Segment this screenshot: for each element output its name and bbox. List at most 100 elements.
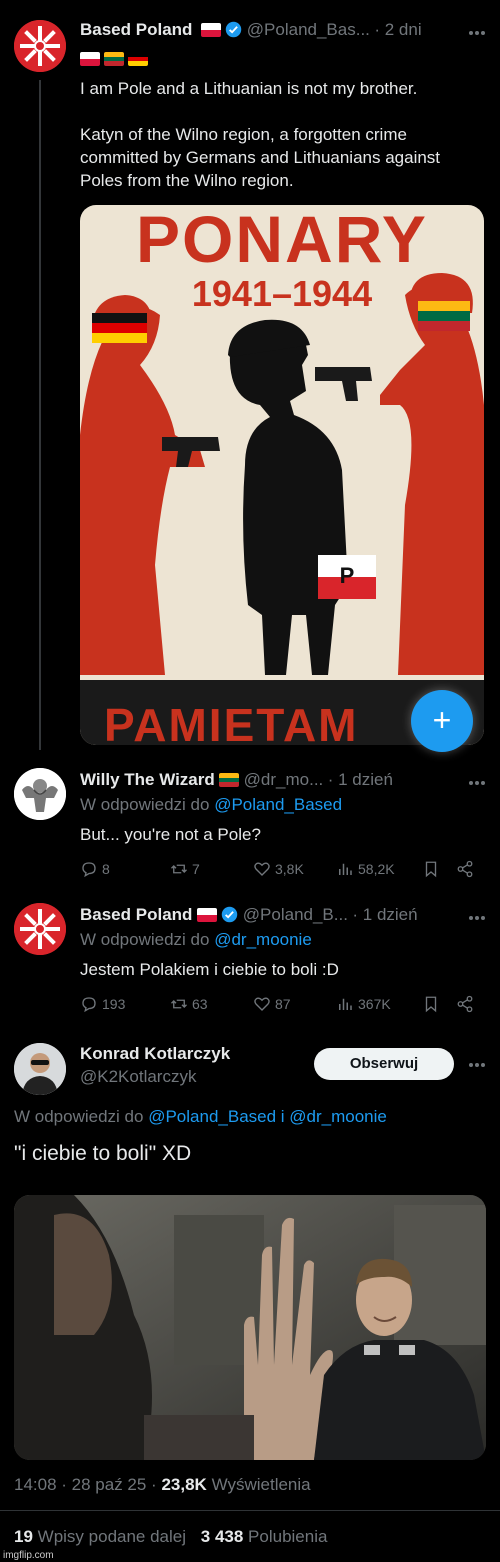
poland-flag-icon (200, 23, 221, 37)
like-icon (254, 862, 270, 876)
tweet-meta: 14:08 · 28 paź 25 · 23,8K Wyświetlenia (14, 1475, 311, 1495)
divider (0, 1510, 500, 1511)
reply-icon (82, 862, 96, 878)
author-name[interactable]: Konrad Kotlarczyk (80, 1044, 230, 1064)
lithuania-flag-icon (219, 773, 240, 787)
repost-count: 7 (192, 861, 200, 877)
reply-willy[interactable]: Willy The Wizard @dr_mo... · 1 dzień W o… (0, 760, 500, 895)
avatar[interactable] (14, 1043, 66, 1095)
tweet-time[interactable]: · 1 dzień (352, 905, 417, 924)
reply-count: 8 (102, 861, 110, 877)
verified-icon (226, 21, 242, 38)
reply-button[interactable]: 193 (80, 995, 125, 1013)
svg-text:P: P (340, 563, 355, 588)
poland-flag-icon (80, 52, 100, 66)
reposts-stat[interactable]: 19 Wpisy podane dalej (14, 1527, 191, 1546)
avatar[interactable] (14, 20, 66, 72)
more-icon[interactable] (468, 915, 486, 921)
falanga-emblem-icon (14, 20, 66, 72)
engagement-stats: 19 Wpisy podane dalej 3 438 Polubienia (14, 1527, 327, 1547)
reply-context: W odpowiedzi do @Poland_Based i @dr_moon… (14, 1107, 387, 1127)
reply-prefix: W odpowiedzi do (14, 1107, 144, 1126)
reply-count: 193 (102, 996, 126, 1012)
likes-count: 3 438 (200, 1527, 244, 1546)
reply-header: Willy The Wizard @dr_mo... · 1 dzień (80, 770, 393, 790)
movie-scene-illustration (14, 1195, 486, 1460)
repost-icon (171, 864, 187, 874)
views-count: 58,2K (358, 861, 395, 877)
views-button[interactable]: 367K (336, 995, 391, 1013)
more-icon[interactable] (468, 1062, 486, 1068)
bookmark-icon[interactable] (422, 995, 440, 1013)
falanga-emblem-icon (14, 903, 66, 955)
share-icon[interactable] (456, 995, 474, 1013)
reply-prefix: W odpowiedzi do (80, 795, 210, 814)
reply-icon (82, 997, 96, 1013)
like-icon (254, 997, 270, 1011)
avatar[interactable] (14, 903, 66, 955)
like-button[interactable]: 87 (253, 995, 291, 1013)
likes-label: Polubienia (248, 1527, 328, 1546)
likes-stat[interactable]: 3 438 Polubienia (201, 1527, 328, 1546)
plus-icon: + (432, 702, 452, 738)
flags-row (80, 52, 148, 66)
reply-text: Jestem Polakiem i ciebie to boli :D (80, 960, 339, 979)
reply-button[interactable]: 8 (80, 860, 110, 878)
like-button[interactable]: 3,8K (253, 860, 304, 878)
avatar[interactable] (14, 768, 66, 820)
tweet-image-movie-still[interactable] (14, 1195, 486, 1460)
reposts-count: 19 (14, 1527, 33, 1546)
repost-button[interactable]: 7 (170, 860, 200, 878)
tweet-text-body: Katyn of the Wilno region, a forgotten c… (80, 125, 441, 190)
author-name[interactable]: Based Poland (80, 905, 192, 924)
poster-illustration: P (80, 273, 484, 745)
compose-fab[interactable]: + (411, 690, 473, 752)
reposts-label: Wpisy podane dalej (37, 1527, 187, 1546)
reply-based-poland[interactable]: Based Poland @Poland_B... · 1 dzień W od… (0, 895, 500, 1030)
share-icon[interactable] (456, 860, 474, 878)
views-count: 23,8K (161, 1475, 207, 1494)
reply-to-link[interactable]: @dr_moonie (214, 930, 312, 949)
tweet-original[interactable]: Based Poland @Poland_Bas... · 2 dni I am… (0, 0, 500, 752)
repost-count: 63 (192, 996, 208, 1012)
germany-flag-icon (128, 52, 148, 66)
like-count: 3,8K (275, 861, 304, 877)
more-icon[interactable] (468, 30, 486, 36)
repost-icon (171, 999, 187, 1009)
tweet-time[interactable]: · 1 dzień (328, 770, 393, 789)
thread-line (39, 80, 41, 750)
author-handle[interactable]: @K2Kotlarczyk (80, 1067, 196, 1087)
author-handle[interactable]: @Poland_B... (243, 905, 348, 924)
author-name[interactable]: Willy The Wizard (80, 770, 215, 789)
reply-context: W odpowiedzi do @dr_moonie (80, 930, 312, 950)
user-photo-icon (14, 1043, 66, 1095)
author-handle[interactable]: @dr_mo... (244, 770, 324, 789)
more-icon[interactable] (468, 780, 486, 786)
reply-header: Based Poland @Poland_B... · 1 dzień (80, 905, 418, 925)
reply-to-link[interactable]: @Poland_Based (214, 795, 342, 814)
tweet-text-line1: I am Pole and a Lithuanian is not my bro… (80, 79, 418, 98)
tweet-time[interactable]: · 2 dni (374, 20, 421, 39)
author-name[interactable]: Based Poland (80, 20, 192, 39)
reply-to-link[interactable]: @Poland_Based i @dr_moonie (148, 1107, 387, 1126)
views-icon (339, 863, 352, 875)
author-handle[interactable]: @Poland_Bas... (247, 20, 370, 39)
lithuania-flag-icon (104, 52, 124, 66)
repost-button[interactable]: 63 (170, 995, 208, 1013)
poster-bottom-text: PAMIETAM (104, 699, 359, 745)
follow-button[interactable]: Obserwuj (314, 1048, 454, 1080)
timestamp[interactable]: 14:08 · 28 paź 25 · (14, 1475, 157, 1494)
tweet-image-poster[interactable]: PONARY 1941–1944 P PAMIETAM (80, 205, 484, 745)
main-tweet: Konrad Kotlarczyk @K2Kotlarczyk Obserwuj… (0, 1035, 500, 1562)
bookmark-icon[interactable] (422, 860, 440, 878)
tweet-header: Based Poland @Poland_Bas... · 2 dni (80, 20, 490, 40)
verified-icon (222, 906, 238, 923)
views-label: Wyświetlenia (211, 1475, 311, 1494)
views-button[interactable]: 58,2K (336, 860, 395, 878)
views-count: 367K (358, 996, 391, 1012)
muscle-wizard-icon (14, 768, 66, 820)
like-count: 87 (275, 996, 291, 1012)
poland-flag-icon (196, 908, 217, 922)
reply-text: But... you're not a Pole? (80, 825, 261, 844)
views-icon (339, 998, 352, 1010)
